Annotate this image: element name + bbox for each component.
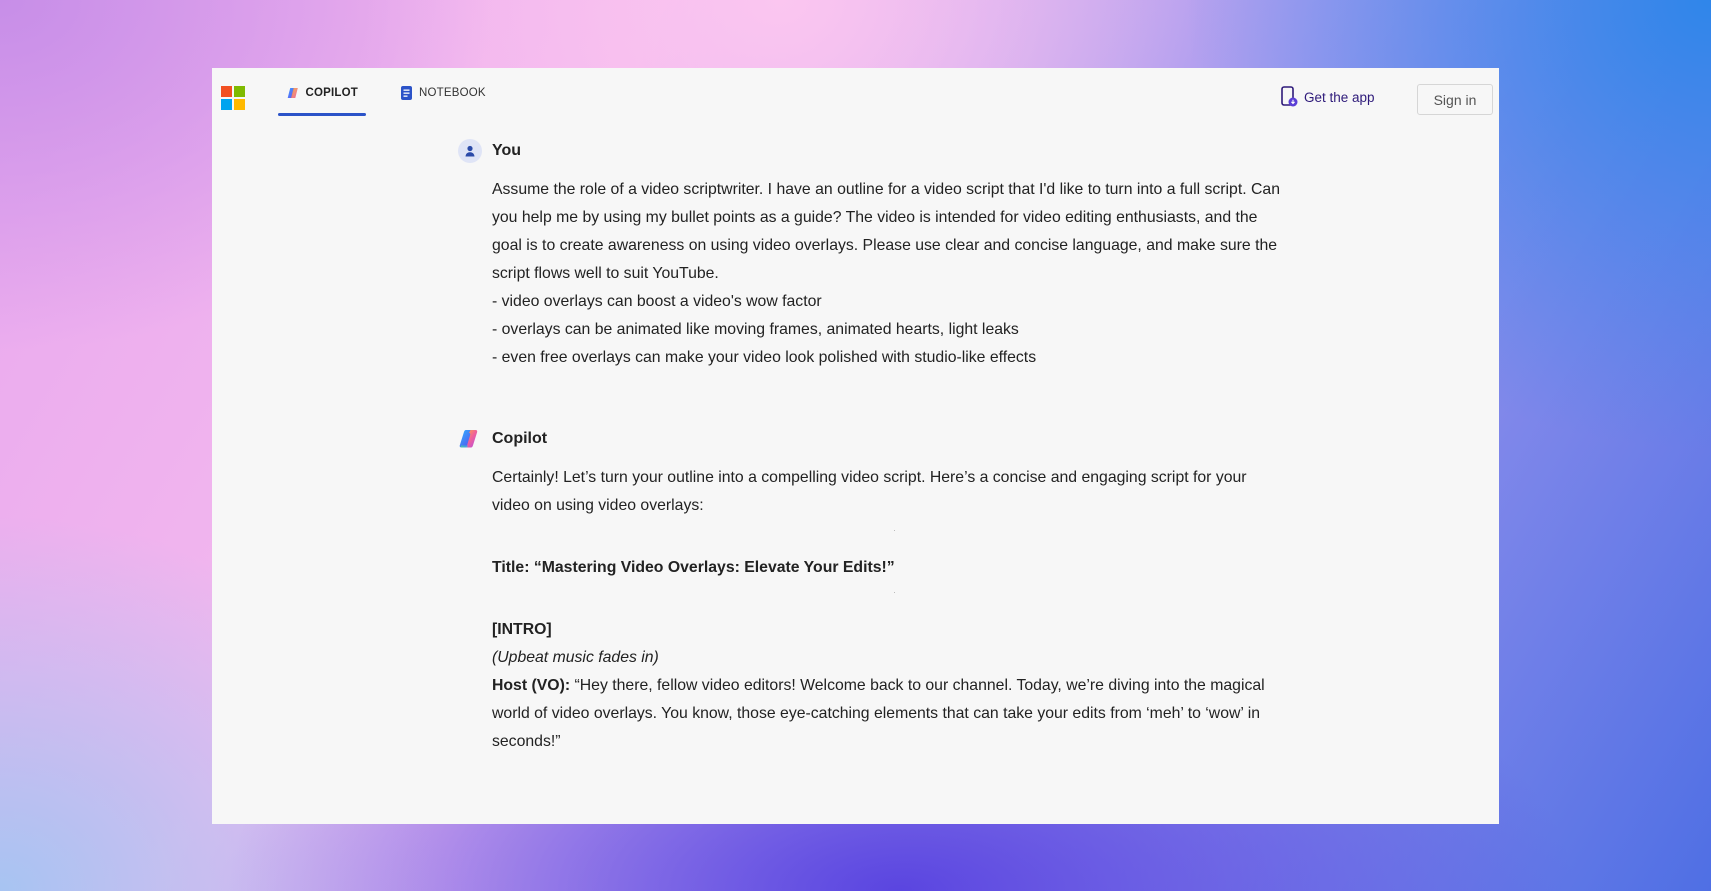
user-bullet: - overlays can be animated like moving f… [492,321,1019,338]
tab-notebook[interactable]: NOTEBOOK [392,68,494,118]
copilot-icon [287,87,298,99]
script-title: Title: “Mastering Video Overlays: Elevat… [492,559,895,576]
copilot-avatar-icon [459,430,478,448]
get-the-app-link[interactable]: Get the app [1280,86,1375,108]
user-message: You Assume the role of a video scriptwri… [458,139,1288,372]
microsoft-logo-icon[interactable] [221,86,245,110]
copilot-message-header: Copilot [458,428,1288,450]
tab-copilot-label: COPILOT [305,87,358,99]
host-line-text: “Hey there, fellow video editors! Welcom… [492,677,1265,750]
copilot-name: Copilot [492,430,548,447]
conversation: You Assume the role of a video scriptwri… [458,139,1288,756]
stage-direction: (Upbeat music fades in) [492,649,659,666]
user-bullet: - even free overlays can make your video… [492,349,1037,366]
top-navigation-bar: COPILOT NOTEBOOK Get the app Sign in [212,68,1499,120]
user-bullet: - video overlays can boost a video's wow… [492,293,822,310]
notebook-icon [401,86,412,100]
user-name: You [492,142,522,159]
sign-in-button[interactable]: Sign in [1417,84,1493,115]
divider [492,582,1288,616]
user-prompt-text: Assume the role of a video scriptwriter.… [492,181,1280,282]
get-the-app-label: Get the app [1304,89,1375,105]
user-message-body: Assume the role of a video scriptwriter.… [492,176,1288,372]
user-avatar-icon [458,139,482,163]
divider [492,520,1288,554]
host-line: Host (VO): “Hey there, fellow video edit… [492,672,1288,756]
script-section-intro: [INTRO] [492,621,552,638]
copilot-message: Copilot Certainly! Let’s turn your outli… [458,428,1288,756]
copilot-intro-text: Certainly! Let’s turn your outline into … [492,469,1247,514]
host-label: Host (VO): [492,677,571,694]
copilot-message-body: Certainly! Let’s turn your outline into … [492,464,1288,756]
copilot-window: COPILOT NOTEBOOK Get the app Sign in You… [212,68,1499,824]
tab-copilot[interactable]: COPILOT [278,68,366,118]
user-message-header: You [458,139,1288,163]
tab-notebook-label: NOTEBOOK [419,87,486,99]
phone-download-icon [1281,86,1298,107]
